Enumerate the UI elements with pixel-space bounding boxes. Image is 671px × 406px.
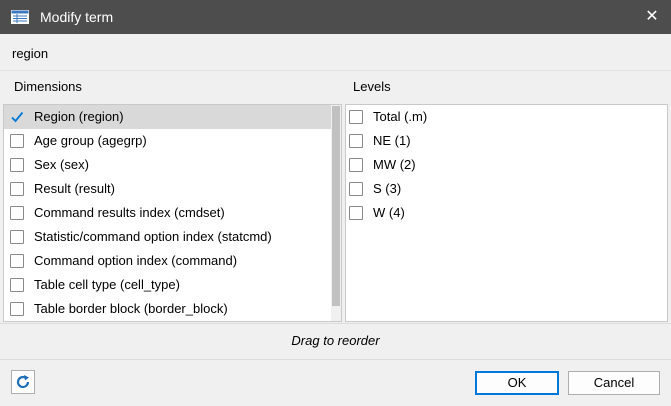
checkbox[interactable]	[349, 134, 363, 148]
checkbox[interactable]	[349, 206, 363, 220]
dimension-row[interactable]: Command results index (cmdset)	[4, 201, 331, 225]
dimension-row[interactable]: Age group (agegrp)	[4, 129, 331, 153]
dimension-label: Table cell type (cell_type)	[34, 277, 180, 292]
dimension-label: Region (region)	[34, 109, 124, 124]
modify-term-dialog: Modify term ✕ region Dimensions Levels R…	[0, 0, 671, 406]
level-row[interactable]: W (4)	[346, 201, 667, 225]
level-label: W (4)	[373, 205, 405, 220]
scrollbar-thumb[interactable]	[332, 106, 340, 306]
levels-header: Levels	[353, 79, 391, 94]
dimension-label: Age group (agegrp)	[34, 133, 147, 148]
checkbox[interactable]	[10, 134, 24, 148]
dimension-label: Table border block (border_block)	[34, 301, 228, 316]
ok-button[interactable]: OK	[475, 371, 559, 395]
dimension-row[interactable]: Table border block (border_block)	[4, 297, 331, 321]
checkbox[interactable]	[349, 182, 363, 196]
level-label: NE (1)	[373, 133, 411, 148]
dimension-label: Sex (sex)	[34, 157, 89, 172]
checkbox[interactable]	[10, 302, 24, 316]
level-label: S (3)	[373, 181, 402, 196]
close-button[interactable]: ✕	[639, 4, 665, 30]
divider	[0, 323, 671, 324]
level-row[interactable]: NE (1)	[346, 129, 667, 153]
dimension-label: Statistic/command option index (statcmd)	[34, 229, 272, 244]
term-name: region	[12, 46, 49, 61]
dimension-row[interactable]: Result (result)	[4, 177, 331, 201]
cancel-button[interactable]: Cancel	[568, 371, 660, 395]
divider	[0, 70, 671, 71]
dimension-row[interactable]: Command option index (command)	[4, 249, 331, 273]
checkbox[interactable]	[349, 110, 363, 124]
dimension-label: Command option index (command)	[34, 253, 238, 268]
dimension-row[interactable]: Region (region)	[4, 105, 331, 129]
checkbox[interactable]	[10, 158, 24, 172]
divider	[0, 359, 671, 360]
level-row[interactable]: Total (.m)	[346, 105, 667, 129]
dimension-label: Result (result)	[34, 181, 115, 196]
dimension-row[interactable]: Table cell type (cell_type)	[4, 273, 331, 297]
dimensions-scrollbar[interactable]	[331, 105, 341, 321]
dimension-row[interactable]: Sex (sex)	[4, 153, 331, 177]
checkbox[interactable]	[10, 182, 24, 196]
levels-list[interactable]: NE (1) MW (2) S (3) W (4) Total (.m)	[345, 104, 668, 322]
level-label: MW (2)	[373, 157, 416, 172]
dimensions-header: Dimensions	[14, 79, 82, 94]
checkbox[interactable]	[10, 254, 24, 268]
title-bar: Modify term ✕	[0, 0, 671, 34]
dimension-row[interactable]: Statistic/command option index (statcmd)	[4, 225, 331, 249]
level-row[interactable]: MW (2)	[346, 153, 667, 177]
checkbox[interactable]	[10, 206, 24, 220]
dimensions-list[interactable]: Region (region) Age group (agegrp) Sex (se…	[3, 104, 342, 322]
window-title: Modify term	[40, 9, 114, 25]
dimension-label: Command results index (cmdset)	[34, 205, 225, 220]
drag-hint: Drag to reorder	[291, 333, 380, 348]
level-label: Total (.m)	[373, 109, 428, 124]
close-icon: ✕	[645, 8, 659, 25]
checkbox[interactable]	[349, 158, 363, 172]
checkbox[interactable]	[10, 278, 24, 292]
level-row[interactable]: S (3)	[346, 177, 667, 201]
checkbox-checked[interactable]	[10, 110, 24, 124]
refresh-button[interactable]	[11, 370, 35, 394]
table-icon	[11, 10, 29, 24]
checkbox[interactable]	[10, 230, 24, 244]
